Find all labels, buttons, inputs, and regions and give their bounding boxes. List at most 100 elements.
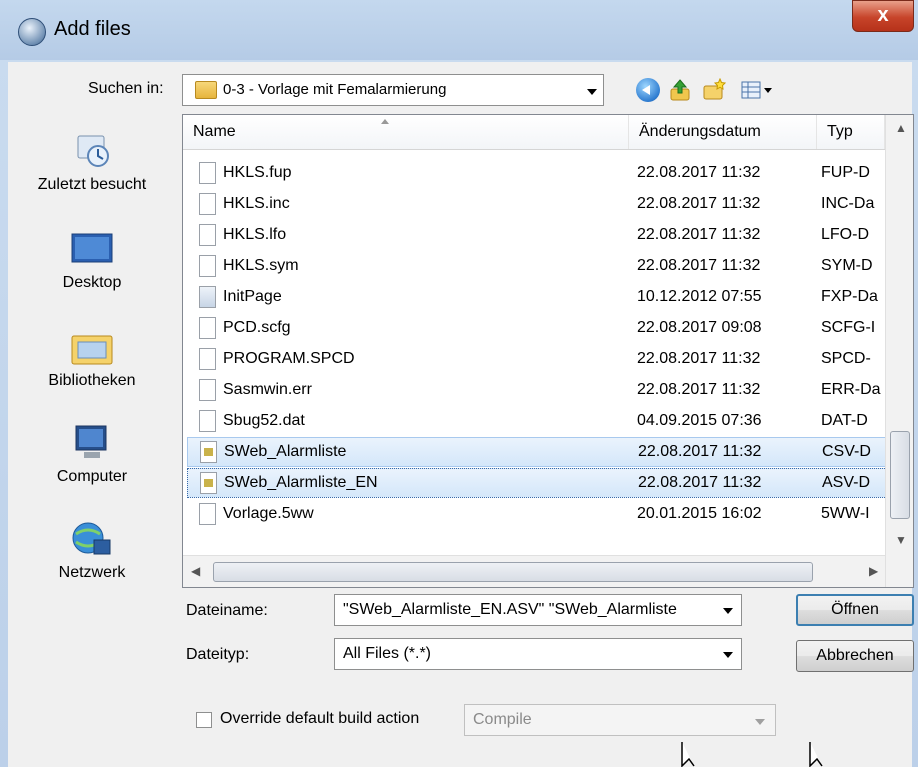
file-type: ERR-Da (821, 381, 881, 398)
filetype-dropdown[interactable]: All Files (*.*) (334, 638, 742, 670)
file-name: PCD.scfg (223, 319, 291, 336)
file-date: 10.12.2012 07:55 (637, 288, 762, 305)
file-icon (199, 193, 216, 215)
title-bar[interactable]: Add files x (0, 0, 918, 62)
place-label: Netzwerk (58, 564, 126, 581)
add-files-dialog: Add files x Suchen in: 0-3 - Vorlage mit… (0, 0, 918, 767)
computer-icon (70, 424, 114, 462)
new-folder-icon[interactable] (702, 77, 727, 102)
file-name: PROGRAM.SPCD (223, 350, 355, 367)
file-row[interactable]: HKLS.fup 22.08.2017 11:32 FUP-D (187, 159, 887, 189)
chevron-down-icon[interactable] (723, 608, 733, 614)
file-type: CSV-D (822, 443, 871, 460)
file-type: FXP-Da (821, 288, 878, 305)
scroll-up-icon[interactable]: ▲ (895, 121, 907, 135)
mouse-cursor-icon (809, 742, 823, 767)
file-icon (199, 255, 216, 277)
place-libraries[interactable]: Bibliotheken (8, 328, 176, 390)
place-label: Computer (56, 468, 128, 485)
network-icon (70, 520, 114, 558)
file-icon (199, 379, 216, 401)
file-type: FUP-D (821, 164, 870, 181)
chevron-down-icon[interactable] (723, 652, 733, 658)
place-label: Zuletzt besucht (37, 176, 147, 193)
file-type: LFO-D (821, 226, 869, 243)
file-icon (199, 317, 216, 339)
file-date: 22.08.2017 11:32 (637, 164, 761, 181)
file-icon (199, 162, 216, 184)
file-name: Sbug52.dat (223, 412, 305, 429)
file-row[interactable]: PROGRAM.SPCD 22.08.2017 11:32 SPCD- (187, 345, 887, 375)
place-label: Bibliotheken (48, 372, 136, 389)
file-type: INC-Da (821, 195, 875, 212)
file-row-focused[interactable]: SWeb_Alarmliste_EN 22.08.2017 11:32 ASV-… (187, 468, 887, 498)
chevron-down-icon (587, 89, 597, 95)
override-checkbox[interactable] (196, 712, 212, 728)
file-icon (199, 410, 216, 432)
file-date: 20.01.2015 16:02 (637, 505, 762, 522)
file-name: Sasmwin.err (223, 381, 312, 398)
place-computer[interactable]: Computer (8, 424, 176, 486)
back-icon[interactable] (636, 78, 660, 102)
fxp-file-icon (199, 286, 216, 308)
filetype-label: Dateityp: (186, 646, 250, 663)
file-date: 04.09.2015 07:36 (637, 412, 762, 429)
up-folder-icon[interactable] (668, 78, 692, 102)
file-type: SYM-D (821, 257, 873, 274)
chevron-down-icon (755, 719, 765, 725)
column-header-name[interactable]: Name (183, 115, 629, 149)
scroll-left-icon[interactable]: ◀ (191, 564, 200, 578)
file-date: 22.08.2017 11:32 (637, 226, 761, 243)
file-date: 22.08.2017 11:32 (637, 381, 761, 398)
vertical-scrollbar[interactable]: ▲ ▼ (885, 115, 913, 587)
file-type: SPCD- (821, 350, 871, 367)
place-desktop[interactable]: Desktop (8, 230, 176, 292)
views-menu-icon[interactable] (740, 78, 772, 102)
place-network[interactable]: Netzwerk (8, 520, 176, 582)
file-row[interactable]: Sbug52.dat 04.09.2015 07:36 DAT-D (187, 407, 887, 437)
scroll-right-icon[interactable]: ▶ (869, 564, 878, 578)
file-list[interactable]: Name Änderungsdatum Typ HKLS.fup 22.08.2… (182, 114, 914, 588)
file-row-selected[interactable]: SWeb_Alarmliste 22.08.2017 11:32 CSV-D (187, 437, 887, 467)
file-row[interactable]: InitPage 10.12.2012 07:55 FXP-Da (187, 283, 887, 313)
mouse-cursor-icon (681, 742, 695, 767)
file-type: SCFG-I (821, 319, 876, 336)
file-date: 22.08.2017 11:32 (637, 257, 761, 274)
file-row[interactable]: HKLS.lfo 22.08.2017 11:32 LFO-D (187, 221, 887, 251)
filetype-value: All Files (*.*) (343, 645, 432, 662)
filename-label: Dateiname: (186, 602, 268, 619)
file-row[interactable]: HKLS.inc 22.08.2017 11:32 INC-Da (187, 190, 887, 220)
lookin-dropdown[interactable]: 0-3 - Vorlage mit Femalarmierung (182, 74, 604, 106)
file-row[interactable]: PCD.scfg 22.08.2017 09:08 SCFG-I (187, 314, 887, 344)
file-date: 22.08.2017 11:32 (638, 474, 762, 491)
globe-icon (18, 18, 46, 46)
csv-file-icon (200, 441, 217, 463)
file-row[interactable]: HKLS.sym 22.08.2017 11:32 SYM-D (187, 252, 887, 282)
file-date: 22.08.2017 11:32 (638, 443, 762, 460)
file-name: SWeb_Alarmliste (224, 443, 347, 460)
filename-input[interactable]: "SWeb_Alarmliste_EN.ASV" "SWeb_Alarmlist… (334, 594, 742, 626)
open-button[interactable]: Öffnen (796, 594, 914, 626)
scroll-down-icon[interactable]: ▼ (895, 533, 907, 547)
csv-file-icon (200, 472, 217, 494)
file-date: 22.08.2017 11:32 (637, 350, 761, 367)
file-icon (199, 348, 216, 370)
file-row[interactable]: Sasmwin.err 22.08.2017 11:32 ERR-Da (187, 376, 887, 406)
file-icon (199, 224, 216, 246)
libraries-icon (70, 328, 114, 366)
file-date: 22.08.2017 11:32 (637, 195, 761, 212)
close-button[interactable]: x (852, 0, 914, 32)
override-label[interactable]: Override default build action (220, 710, 419, 728)
file-row[interactable]: Vorlage.5ww 20.01.2015 16:02 5WW-I (187, 500, 887, 530)
file-name: HKLS.sym (223, 257, 299, 274)
lookin-label: Suchen in: (88, 80, 164, 97)
column-header-type[interactable]: Typ (817, 115, 885, 149)
vertical-scroll-thumb[interactable] (890, 431, 910, 519)
column-header-date[interactable]: Änderungsdatum (629, 115, 817, 149)
cancel-button[interactable]: Abbrechen (796, 640, 914, 672)
horizontal-scroll-thumb[interactable] (213, 562, 813, 582)
horizontal-scrollbar[interactable]: ◀ ▶ (183, 555, 885, 587)
file-name: Vorlage.5ww (223, 505, 314, 522)
lookin-value: 0-3 - Vorlage mit Femalarmierung (223, 81, 447, 98)
place-recent[interactable]: Zuletzt besucht (8, 132, 176, 194)
